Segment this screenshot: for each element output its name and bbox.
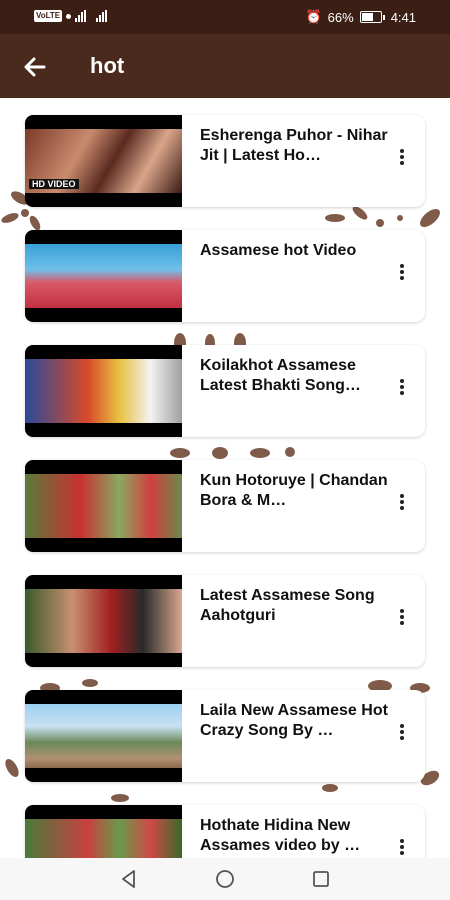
thumbnail-image xyxy=(25,359,182,423)
video-thumbnail[interactable]: HD VIDEO xyxy=(25,115,182,207)
more-options-button[interactable] xyxy=(397,722,407,746)
more-options-button[interactable] xyxy=(397,837,407,858)
thumbnail-image xyxy=(25,819,182,858)
video-list[interactable]: HD VIDEO Esherenga Puhor - Nihar Jit | L… xyxy=(0,98,450,858)
more-options-button[interactable] xyxy=(397,262,407,286)
video-title: Hothate Hidina New Assames video by … xyxy=(200,817,361,854)
more-options-button[interactable] xyxy=(397,607,407,631)
status-right-icons: ⏰ 66% 4:41 xyxy=(305,9,416,25)
video-thumbnail[interactable] xyxy=(25,460,182,552)
hd-video-label: HD VIDEO xyxy=(29,179,79,189)
thumbnail-image xyxy=(25,589,182,653)
video-card[interactable]: Kun Hotoruye | Chandan Bora & M… xyxy=(25,460,425,552)
app-bar: hot xyxy=(0,34,450,98)
more-options-button[interactable] xyxy=(397,147,407,171)
video-thumbnail[interactable] xyxy=(25,230,182,322)
nav-back-button[interactable] xyxy=(118,868,140,890)
video-title: Assamese hot Video xyxy=(200,242,357,259)
arrow-left-icon xyxy=(24,57,46,77)
video-thumbnail[interactable] xyxy=(25,805,182,858)
video-thumbnail[interactable] xyxy=(25,345,182,437)
thumbnail-image xyxy=(25,474,182,538)
video-card[interactable]: Laila New Assamese Hot Crazy Song By … xyxy=(25,690,425,782)
page-title: hot xyxy=(90,53,125,78)
video-card[interactable]: Latest Assamese Song Aahotguri xyxy=(25,575,425,667)
nav-recents-button[interactable] xyxy=(310,868,332,890)
video-thumbnail[interactable] xyxy=(25,575,182,667)
more-options-button[interactable] xyxy=(397,492,407,516)
video-title: Latest Assamese Song Aahotguri xyxy=(200,587,375,624)
status-bar: VoLTE ⏰ 66% 4:41 xyxy=(0,0,450,34)
video-card[interactable]: Koilakhot Assamese Latest Bhakti Song… xyxy=(25,345,425,437)
video-title: Laila New Assamese Hot Crazy Song By … xyxy=(200,702,388,739)
nav-home-button[interactable] xyxy=(214,868,236,890)
signal-2-icon xyxy=(96,10,108,22)
video-card[interactable]: Assamese hot Video xyxy=(25,230,425,322)
video-thumbnail[interactable] xyxy=(25,690,182,782)
alarm-icon: ⏰ xyxy=(305,9,322,24)
thumbnail-image xyxy=(25,704,182,768)
clock: 4:41 xyxy=(390,9,416,25)
video-card[interactable]: Hothate Hidina New Assames video by … xyxy=(25,805,425,858)
battery-icon xyxy=(359,11,385,23)
video-card[interactable]: HD VIDEO Esherenga Puhor - Nihar Jit | L… xyxy=(25,115,425,207)
battery-percent: 66% xyxy=(327,9,354,25)
more-options-button[interactable] xyxy=(397,377,407,401)
status-left-icons: VoLTE xyxy=(34,10,108,22)
system-nav-bar xyxy=(0,858,450,900)
signal-icon xyxy=(75,10,87,22)
video-title: Koilakhot Assamese Latest Bhakti Song… xyxy=(200,357,361,394)
thumbnail-image xyxy=(25,244,182,308)
wifi-dot-icon xyxy=(66,13,72,19)
video-title: Kun Hotoruye | Chandan Bora & M… xyxy=(200,472,388,509)
back-button[interactable] xyxy=(20,52,50,82)
video-title: Esherenga Puhor - Nihar Jit | Latest Ho… xyxy=(200,127,388,164)
volte-badge: VoLTE xyxy=(34,10,63,22)
